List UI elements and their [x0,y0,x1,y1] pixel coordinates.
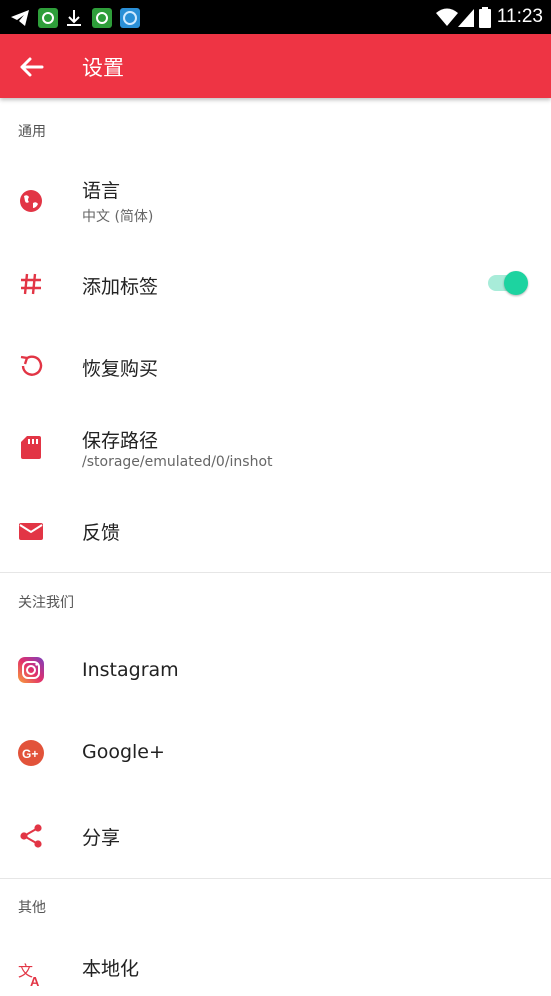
status-time: 11:23 [496,6,543,27]
language-title: 语言 [82,180,121,202]
status-bar: 11:23 [0,0,551,34]
telegram-icon [11,10,29,26]
instagram-row[interactable]: Instagram [0,630,551,712]
section-header-follow: 关注我们 [18,595,74,611]
feedback-title: 反馈 [82,522,121,544]
mail-icon [19,523,43,540]
save-path-row[interactable]: 保存路径 /storage/emulated/0/inshot [0,406,551,490]
globe-icon [20,190,42,212]
google-plus-row[interactable]: G+ Google+ [0,712,551,794]
share-title: 分享 [82,827,121,849]
svg-text:G+: G+ [22,747,38,761]
language-row[interactable]: 语言 中文 (简体) [0,160,551,242]
share-row[interactable]: 分享 [0,794,551,878]
section-header-other: 其他 [18,900,46,916]
page-title: 设置 [82,56,124,80]
restore-purchase-row[interactable]: 恢复购买 [0,324,551,406]
restore-icon [20,355,43,376]
section-divider [0,878,551,879]
hash-icon [21,273,41,295]
toggle-thumb [504,271,528,295]
feedback-row[interactable]: 反馈 [0,490,551,572]
wifi-icon [436,8,458,26]
save-path-title: 保存路径 [82,430,159,452]
save-path-subtitle: /storage/emulated/0/inshot [82,454,273,470]
app-sync-icon [92,8,112,28]
localization-title: 本地化 [82,958,140,980]
arrow-back-icon[interactable] [14,50,48,84]
localization-row[interactable]: 文 A 本地化 [0,936,551,996]
section-header-general: 通用 [18,124,46,140]
language-subtitle: 中文 (简体) [82,209,154,225]
restore-purchase-title: 恢复购买 [82,358,159,380]
download-icon [67,10,81,26]
add-tags-row[interactable]: 添加标签 [0,242,551,324]
svg-text:A: A [30,974,40,988]
share-icon [20,824,42,848]
add-tags-toggle[interactable] [488,271,530,295]
battery-icon [479,7,491,28]
instagram-icon [18,657,44,683]
section-divider [0,572,551,573]
app-globe-icon [120,8,140,28]
sd-card-icon [21,436,41,459]
app-bar: 设置 [0,34,551,98]
add-tags-title: 添加标签 [82,276,159,298]
google-plus-title: Google+ [82,741,165,763]
google-plus-icon: G+ [18,740,44,766]
signal-icon [458,9,474,27]
instagram-title: Instagram [82,659,179,681]
app-sync-icon [38,8,58,28]
